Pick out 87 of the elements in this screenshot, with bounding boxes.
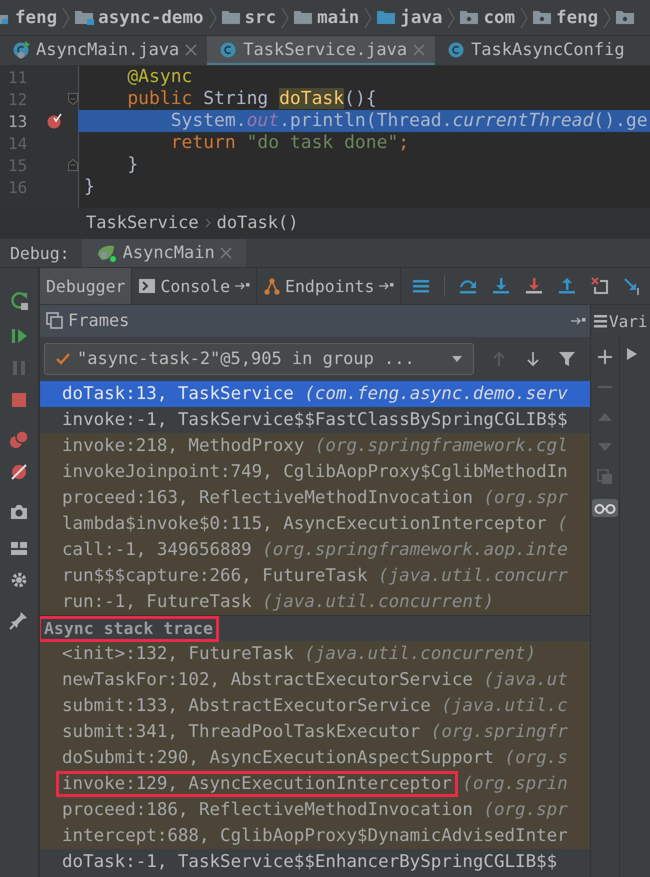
camera-icon[interactable] [9, 502, 29, 522]
close-icon[interactable] [185, 44, 198, 56]
close-icon[interactable] [413, 44, 426, 56]
drop-frame-icon[interactable] [590, 276, 610, 296]
stack-frame[interactable]: run$$$capture:266, FutureTask (java.util.concurr [40, 563, 590, 589]
pin-icon[interactable] [9, 610, 29, 630]
hide-icon[interactable] [234, 280, 250, 292]
package-icon [533, 10, 552, 25]
stack-frame[interactable]: call:-1, 349656889 (org.springframework.aop.inte [40, 537, 590, 563]
folder-icon [294, 10, 314, 25]
fold-icon[interactable] [68, 93, 78, 105]
hide-icon[interactable] [570, 315, 586, 327]
stack-frame[interactable]: doTask:13, TaskService (com.feng.async.demo.serv [40, 381, 590, 407]
stack-frame[interactable]: submit:341, ThreadPoolTaskExecutor (org.springfr [40, 719, 590, 745]
editor-tab[interactable]: TaskService.java [207, 36, 436, 65]
class-icon [219, 40, 238, 58]
code-line: public String doTask(){ [126, 88, 378, 110]
stack-frame[interactable]: invoke:129, AsyncExecutionInterceptor (org.sprin [40, 771, 590, 797]
module-folder-icon [75, 10, 94, 25]
breadcrumb-item[interactable]: doTask() [216, 213, 298, 233]
mute-breakpoints-icon[interactable] [9, 462, 29, 482]
breadcrumb-item[interactable]: async-demo [98, 8, 204, 28]
list-icon [593, 313, 607, 329]
debug-tab[interactable]: Endpoints [257, 268, 402, 304]
line-number: 13 [7, 112, 28, 130]
breadcrumb-item[interactable]: feng [15, 8, 58, 28]
stack-frame[interactable]: run:-1, FutureTask (java.util.concurrent) [40, 589, 590, 615]
package-icon [616, 10, 636, 25]
breakpoint-icon[interactable] [46, 113, 62, 129]
stack-frame[interactable]: newTaskFor:102, AbstractExecutorService (java.ut [40, 667, 590, 693]
session-tab[interactable]: AsyncMain [82, 239, 246, 267]
code-line: } [83, 176, 96, 198]
code-line: @Async [126, 66, 194, 88]
debug-tab[interactable]: Debugger [40, 268, 132, 304]
code-line: return "do task done"; [170, 132, 410, 154]
filter-icon[interactable] [558, 350, 576, 368]
stop-icon[interactable] [9, 390, 29, 410]
glasses-icon[interactable] [594, 501, 616, 515]
close-icon[interactable] [220, 247, 232, 259]
add-icon[interactable] [597, 349, 613, 365]
editor-tab[interactable]: TaskAsyncConfig [435, 36, 635, 65]
runnable-class-icon [12, 40, 30, 58]
fold-icon[interactable] [68, 159, 78, 171]
breadcrumb-item[interactable]: com [483, 8, 516, 28]
expand-icon[interactable] [626, 347, 638, 361]
settings-icon[interactable] [9, 570, 29, 590]
panel-title: Frames [68, 311, 130, 331]
caret-icon [451, 355, 463, 363]
async-stack-trace-header: Async stack trace [40, 616, 219, 642]
stack-frame[interactable]: proceed:186, ReflectiveMethodInvocation (org.spr [40, 797, 590, 823]
step-out-icon[interactable] [557, 276, 578, 296]
stack-frame[interactable]: submit:133, AbstractExecutorService (java.util.c [40, 693, 590, 719]
copy-icon[interactable] [597, 469, 613, 485]
stack-frame[interactable]: lambda$invoke$0:115, AsyncExecutionInterceptor ( [40, 511, 590, 537]
console-icon [138, 277, 156, 295]
stack-frame[interactable]: proceed:163, ReflectiveMethodInvocation (org.spr [40, 485, 590, 511]
code-line: } [126, 154, 140, 176]
breakpoints-icon[interactable] [9, 430, 29, 450]
stack-frame[interactable]: doSubmit:290, AsyncExecutionAspectSupport (org.s [40, 745, 590, 771]
check-icon [55, 351, 71, 367]
breadcrumb-item[interactable]: TaskService [86, 213, 199, 233]
stack-frame[interactable]: <init>:132, FutureTask (java.util.concurrent) [40, 641, 590, 667]
folder-icon [222, 10, 241, 25]
stack-frame[interactable]: invoke:218, MethodProxy (org.springframework.cgl [40, 433, 590, 459]
stack-frame[interactable]: invokeJoinpoint:749, CglibAopProxy$CglibMethodIn [40, 459, 590, 485]
force-step-into-icon[interactable] [524, 276, 544, 296]
breadcrumb-item[interactable]: src [244, 8, 276, 28]
spring-app-icon [96, 243, 118, 263]
debug-tab[interactable]: Console [132, 268, 258, 304]
class-icon [447, 40, 466, 58]
rerun-icon[interactable] [9, 290, 29, 310]
endpoints-icon [263, 277, 282, 295]
step-into-icon[interactable] [491, 276, 512, 296]
chevron-icon [204, 217, 211, 229]
breadcrumb-item[interactable]: main [317, 8, 360, 28]
resume-icon[interactable] [9, 326, 29, 346]
hide-icon[interactable] [378, 280, 394, 292]
thread-dropdown[interactable]: "async-task-2"@5,905 in group ... [44, 343, 474, 375]
editor-tab[interactable]: AsyncMain.java [0, 36, 208, 65]
folder-icon [377, 10, 396, 25]
breadcrumb-item[interactable]: java [400, 8, 442, 28]
package-icon [460, 10, 480, 25]
panel-title: Vari [609, 312, 648, 330]
frames-icon [46, 312, 64, 330]
stack-frame[interactable]: intercept:688, CglibAopProxy$DynamicAdvisedInter [40, 823, 590, 849]
debug-label: Debug: [9, 244, 71, 262]
breadcrumb-item[interactable]: feng [556, 8, 598, 28]
